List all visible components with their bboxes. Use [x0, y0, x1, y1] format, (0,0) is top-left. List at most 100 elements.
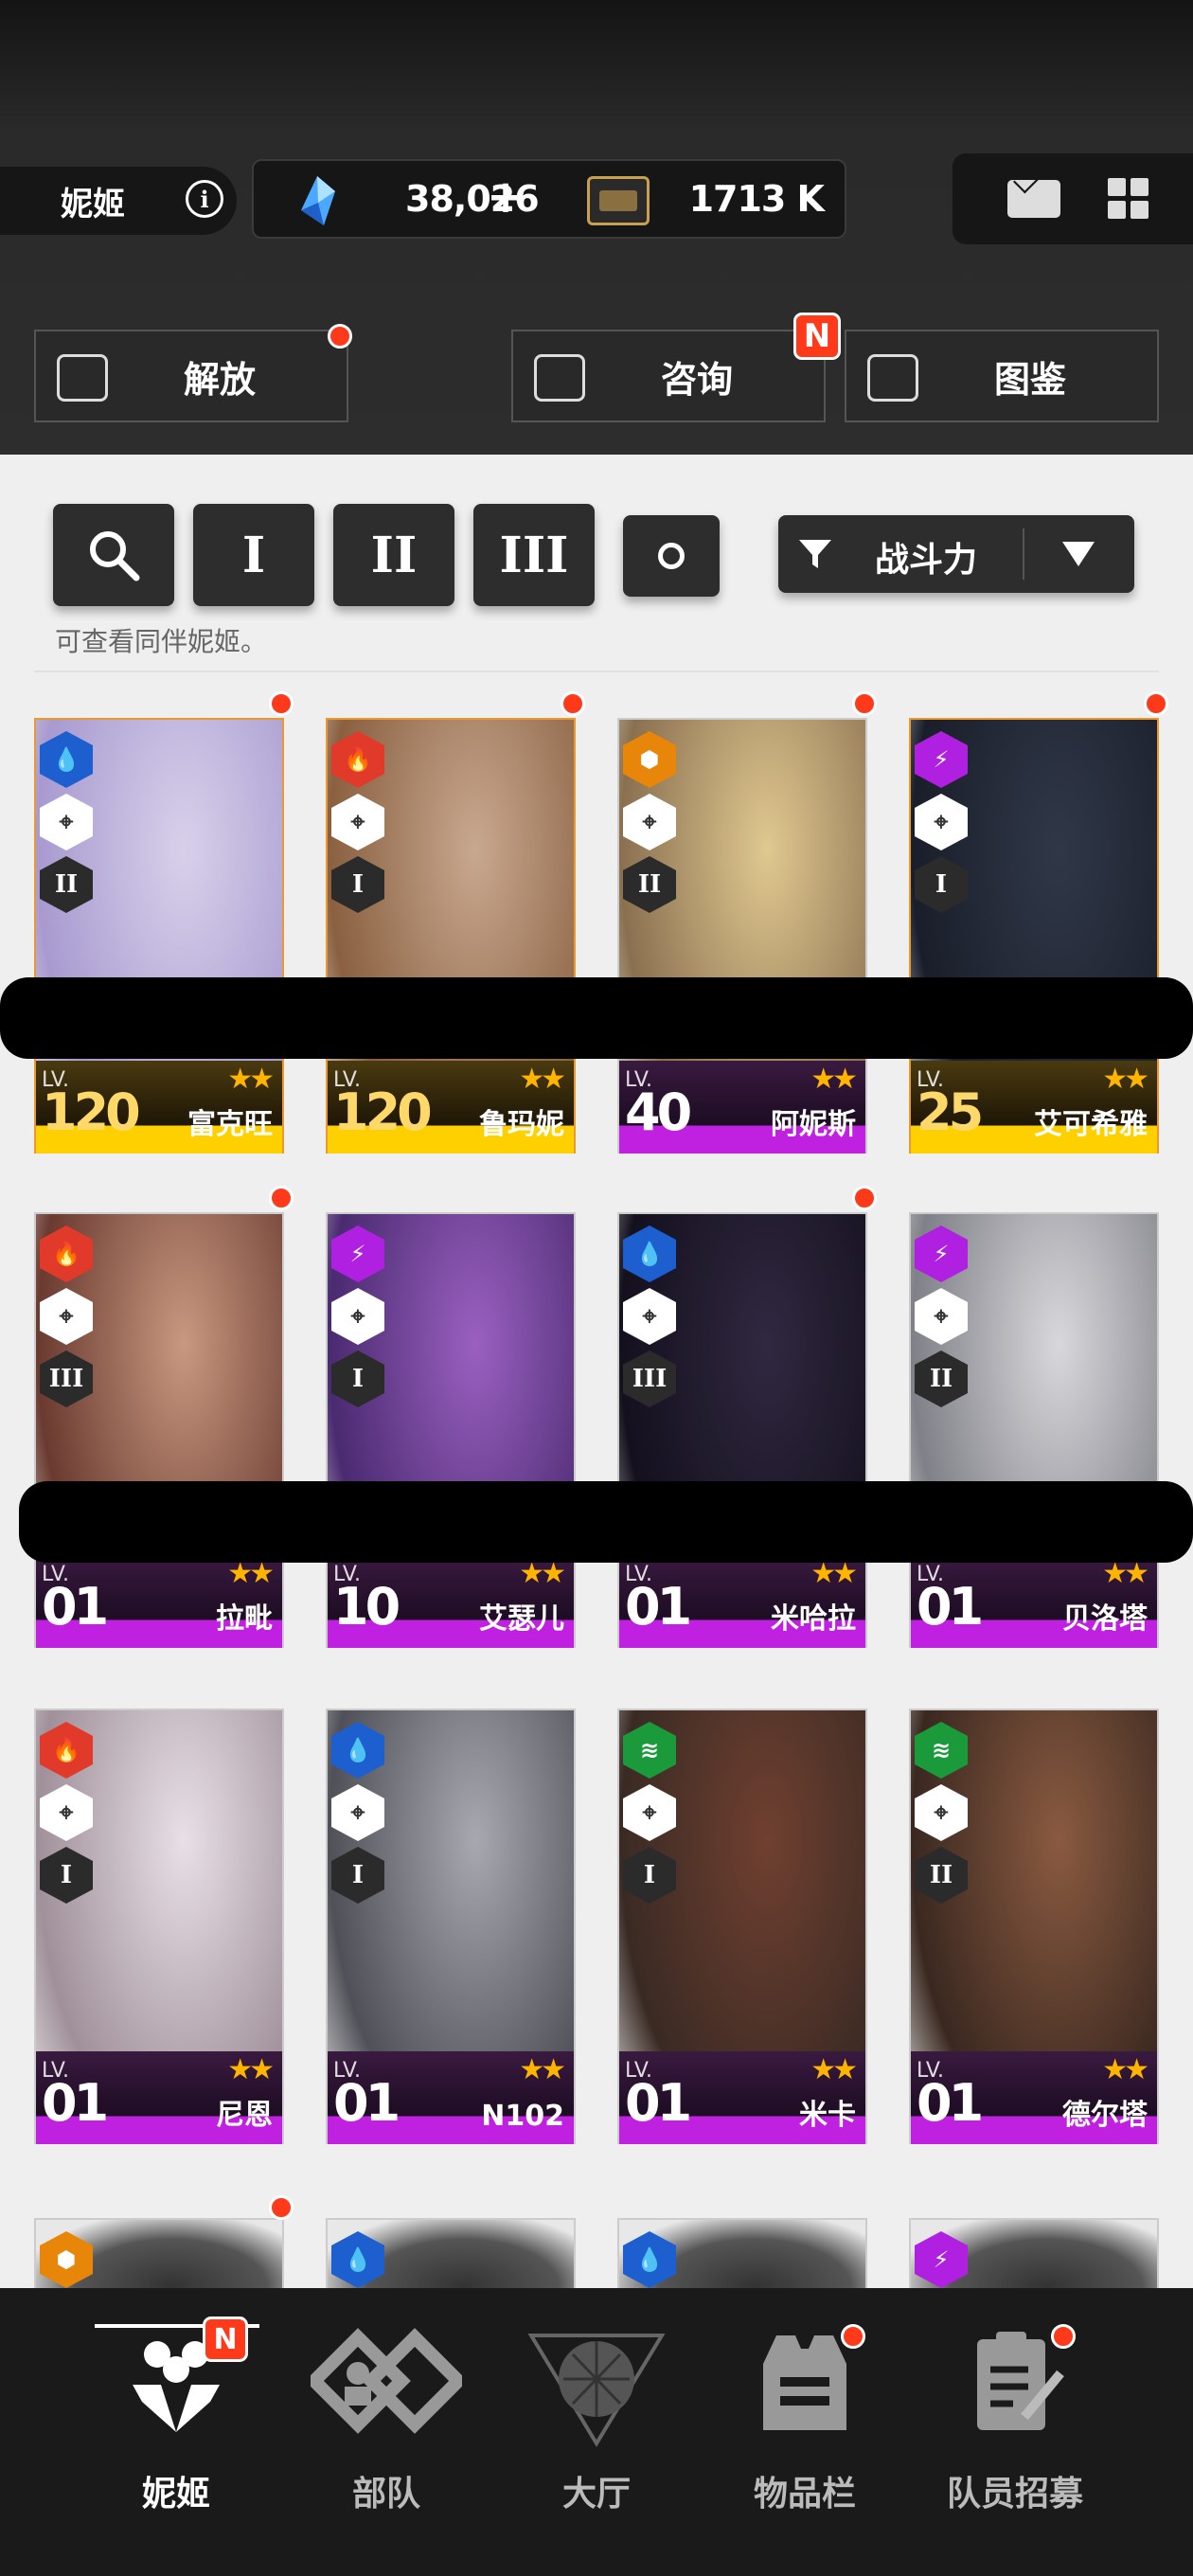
nikke-card[interactable]: ⚡ ⌖ I LV. 25 ★★ 艾可希雅	[909, 718, 1159, 1154]
burst-filter-3[interactable]: III	[473, 504, 595, 606]
nikke-card[interactable]: ≋ ⌖ II LV. 01 ★★ 德尔塔	[909, 1708, 1159, 2144]
search-icon	[90, 531, 140, 581]
nav-squad[interactable]: 部队	[282, 2326, 490, 2515]
star-rating: ★★	[227, 2053, 275, 2086]
nav-recruit[interactable]: 队员招募	[911, 2326, 1119, 2515]
nav-inventory[interactable]: 物品栏	[701, 2326, 909, 2515]
nikke-card[interactable]: ⚡ ⌖ I LV. 10 ★★ 艾瑟儿	[326, 1212, 576, 1648]
card-info-band: LV. 40 ★★ 阿妮斯	[619, 1061, 865, 1154]
currency-bar: 38,026 + 1713 K	[252, 159, 846, 239]
credit-count: 1713 K	[688, 178, 825, 220]
new-notification-dot	[269, 2195, 294, 2220]
new-notification-dot	[269, 1186, 294, 1210]
nikke-card[interactable]: 💧	[326, 2218, 576, 2288]
level-value: 01	[917, 1577, 984, 1637]
card-info-band: LV. 01 ★★ 拉毗	[36, 1555, 282, 1648]
nikke-card[interactable]: 🔥 ⌖ III LV. 01 ★★ 拉毗	[34, 1212, 284, 1648]
nikke-name: 米哈拉	[771, 1602, 856, 1636]
nikke-list-panel: I II III 战斗力 可查看同伴妮姬。 💧 ⌖ II LV. 120 ★★ 富克旺 🔥 ⌖ I…	[0, 455, 1193, 2288]
nav-squad-label: 部队	[351, 2475, 420, 2513]
burst-filter-1[interactable]: I	[193, 504, 314, 606]
level-value: 25	[917, 1082, 984, 1142]
sort-divider	[1023, 528, 1024, 580]
nikke-name: 尼恩	[216, 2099, 273, 2132]
gem-icon	[301, 176, 335, 225]
nikke-card[interactable]: 💧	[617, 2218, 867, 2288]
nikke-card[interactable]: ⚡	[909, 2218, 1159, 2288]
nav-recruit-notification-dot	[1051, 2324, 1076, 2349]
nav-lobby[interactable]: 大厅	[492, 2326, 701, 2515]
card-info-band: LV. 01 ★★ 米哈拉	[619, 1555, 865, 1648]
nikke-name: 米卡	[799, 2099, 856, 2132]
nikke-card[interactable]: ⬢ ⌖ II LV. 40 ★★ 阿妮斯	[617, 718, 867, 1154]
nav-lobby-label: 大厅	[561, 2475, 631, 2513]
card-info-band: LV. 120 ★★ 富克旺	[36, 1061, 282, 1154]
sort-dropdown[interactable]: 战斗力	[778, 515, 1134, 593]
card-info-band: LV. 120 ★★ 鲁玛妮	[328, 1061, 574, 1154]
card-info-band: LV. 01 ★★ 贝洛塔	[911, 1555, 1157, 1648]
squad-icon	[305, 2326, 468, 2440]
nikke-name: N102	[481, 2100, 564, 2133]
consult-label: 咨询	[660, 358, 733, 401]
nikke-card[interactable]: 🔥 ⌖ I LV. 01 ★★ 尼恩	[34, 1708, 284, 2144]
nikke-card[interactable]: ≋ ⌖ I LV. 01 ★★ 米卡	[617, 1708, 867, 2144]
new-notification-dot	[852, 691, 877, 716]
codex-button[interactable]: 图鉴	[845, 330, 1159, 422]
nikke-name: 富克旺	[187, 1108, 273, 1141]
nikke-name: 阿妮斯	[771, 1108, 856, 1141]
nikke-name: 德尔塔	[1062, 2099, 1148, 2132]
new-notification-dot	[852, 1186, 877, 1210]
all-burst-filter[interactable]	[623, 515, 720, 597]
consult-button[interactable]: 咨询	[511, 330, 826, 422]
card-info-band: LV. 01 ★★ 尼恩	[36, 2051, 282, 2144]
level-value: 120	[42, 1082, 141, 1142]
level-value: 01	[625, 1577, 692, 1637]
release-button[interactable]: 解放	[34, 330, 348, 422]
burst-filter-2[interactable]: II	[333, 504, 454, 606]
nikke-name: 贝洛塔	[1062, 1602, 1148, 1636]
nav-inventory-label: 物品栏	[753, 2475, 856, 2513]
level-value: 01	[42, 2073, 109, 2133]
nav-nikke[interactable]: 妮姬	[72, 2326, 280, 2515]
level-value: 40	[625, 1082, 692, 1142]
nikke-card[interactable]: 💧 ⌖ III LV. 01 ★★ 米哈拉	[617, 1212, 867, 1648]
nav-recruit-label: 队员招募	[946, 2475, 1083, 2513]
nikke-card[interactable]: 💧 ⌖ I LV. 01 ★★ N102	[326, 1708, 576, 2144]
level-value: 10	[333, 1577, 401, 1637]
nikke-card[interactable]: ⚡ ⌖ II LV. 01 ★★ 贝洛塔	[909, 1212, 1159, 1648]
level-value: 01	[333, 2073, 401, 2133]
divider	[34, 671, 1159, 672]
add-gems-button[interactable]: +	[487, 170, 525, 224]
card-info-band: LV. 01 ★★ 米卡	[619, 2051, 865, 2144]
level-value: 120	[333, 1082, 433, 1142]
bottom-nav: 妮姬 N 部队 大厅 物品栏 队员招募	[0, 2288, 1193, 2576]
consult-new-badge: N	[793, 313, 841, 360]
level-value: 01	[625, 2073, 692, 2133]
top-header: 妮姬 i 38,026 + 1713 K 解放 咨询 N 图鉴	[0, 0, 1193, 455]
nikke-card[interactable]: ⬢	[34, 2218, 284, 2288]
filter-funnel-icon	[799, 540, 831, 568]
info-icon[interactable]: i	[186, 180, 223, 218]
nav-nikke-label: 妮姬	[141, 2475, 210, 2513]
chevron-down-icon	[1062, 542, 1095, 566]
card-info-band: LV. 25 ★★ 艾可希雅	[911, 1061, 1157, 1154]
star-rating: ★★	[519, 2053, 566, 2086]
nikke-card[interactable]: 💧 ⌖ II LV. 120 ★★ 富克旺	[34, 718, 284, 1154]
grid-menu-icon[interactable]	[1108, 178, 1149, 220]
nikke-name: 艾瑟儿	[479, 1602, 564, 1636]
credit-icon	[587, 176, 650, 225]
search-button[interactable]	[53, 504, 174, 606]
codex-label: 图鉴	[993, 358, 1066, 401]
new-notification-dot	[1144, 691, 1168, 716]
card-info-band: LV. 01 ★★ 德尔塔	[911, 2051, 1157, 2144]
redaction-bar	[0, 977, 1193, 1059]
star-rating: ★★	[227, 1063, 275, 1096]
level-value: 01	[42, 1577, 109, 1637]
mail-icon[interactable]	[1007, 180, 1060, 218]
redaction-bar	[19, 1481, 1193, 1563]
nav-nikke-new-badge: N	[203, 2317, 248, 2362]
star-rating: ★★	[1102, 1063, 1149, 1096]
card-info-band: LV. 10 ★★ 艾瑟儿	[328, 1555, 574, 1648]
nikke-card[interactable]: 🔥 ⌖ I LV. 120 ★★ 鲁玛妮	[326, 718, 576, 1154]
release-notification-dot	[328, 324, 352, 349]
